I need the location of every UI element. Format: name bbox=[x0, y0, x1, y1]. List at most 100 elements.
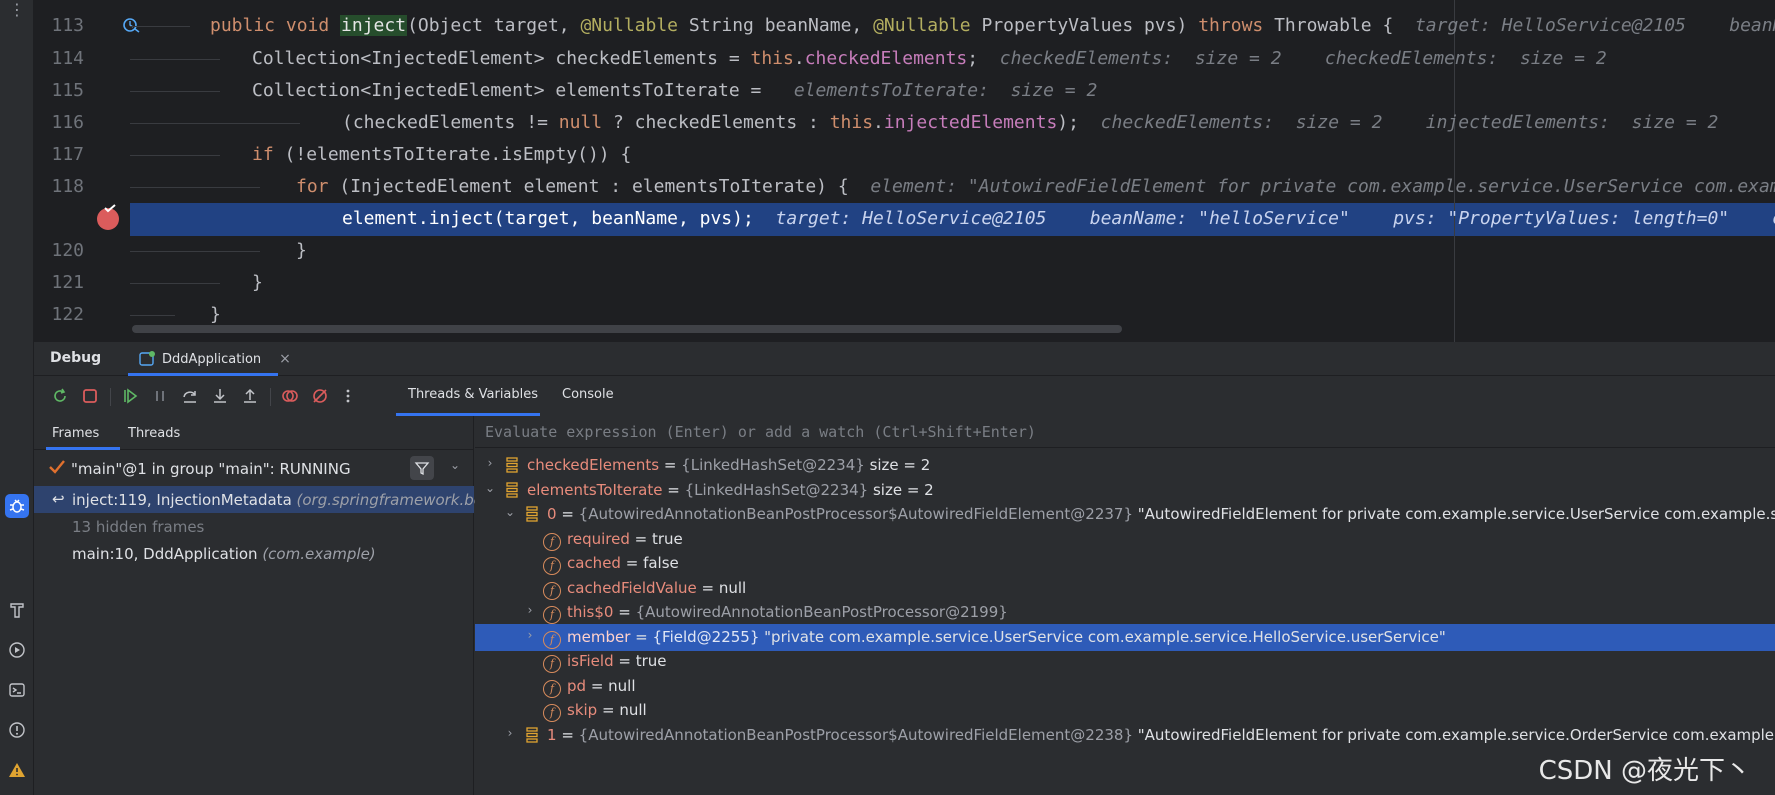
variable-value: null bbox=[718, 578, 747, 597]
variable-row[interactable]: f required = true bbox=[475, 526, 1775, 553]
chevron-down-icon[interactable]: ⌄ bbox=[483, 481, 497, 495]
line-number: 114 bbox=[51, 48, 84, 69]
variable-equals: = bbox=[620, 554, 644, 572]
inline-value-hint: checkedElements: size = 2 injectedElemen… bbox=[1078, 112, 1719, 133]
variable-type: {AutowiredAnnotationBeanPostProcessor$Au… bbox=[578, 725, 1133, 744]
variable-value: size = 2 bbox=[868, 480, 934, 499]
terminal-icon[interactable] bbox=[5, 678, 29, 702]
evaluate-expression-input[interactable] bbox=[475, 416, 1775, 448]
collection-icon bbox=[523, 726, 541, 744]
more-options-icon[interactable] bbox=[336, 384, 360, 408]
more-icon[interactable]: ⋮ bbox=[0, 0, 34, 20]
problems-icon[interactable] bbox=[5, 718, 29, 742]
rerun-icon[interactable] bbox=[48, 384, 72, 408]
step-into-icon[interactable] bbox=[208, 384, 232, 408]
thread-selector[interactable]: "main"@1 in group "main": RUNNING ⌄ bbox=[34, 450, 474, 486]
step-out-icon[interactable] bbox=[238, 384, 262, 408]
mute-breakpoints-icon[interactable] bbox=[308, 384, 332, 408]
tab-threads-variables[interactable]: Threads & Variables bbox=[408, 387, 538, 402]
variable-row[interactable]: f isField = true bbox=[475, 648, 1775, 675]
variable-equals: = bbox=[629, 529, 652, 548]
code-text: } bbox=[252, 272, 263, 293]
variable-row[interactable]: › checkedElements = {LinkedHashSet@2234} … bbox=[475, 452, 1775, 479]
field-icon: f bbox=[543, 628, 561, 649]
variable-name: pd bbox=[567, 676, 587, 695]
filter-icon[interactable] bbox=[410, 456, 434, 480]
variable-row[interactable]: ⌄ 0 = {AutowiredAnnotationBeanPostProcess… bbox=[475, 501, 1775, 528]
frame-package: (org.springframework.be bbox=[296, 491, 484, 509]
variable-equals: = bbox=[613, 603, 636, 621]
variable-name: cached bbox=[567, 554, 621, 572]
code-text: } bbox=[296, 240, 307, 261]
variable-row[interactable]: f cached = false bbox=[475, 550, 1775, 577]
inline-value-hint: target: HelloService@2105 beanN bbox=[1393, 15, 1775, 36]
run-services-icon[interactable] bbox=[5, 638, 29, 662]
stop-icon[interactable] bbox=[78, 384, 102, 408]
code-line-117: 117 if (!elementsToIterate.isEmpty()) { bbox=[34, 139, 1775, 171]
variable-row[interactable]: › 1 = {AutowiredAnnotationBeanPostProcess… bbox=[475, 722, 1775, 749]
stack-frame[interactable]: ↩ inject:119, InjectionMetadata (org.spr… bbox=[34, 486, 483, 513]
variable-equals: = bbox=[696, 578, 719, 597]
variable-value: "AutowiredFieldElement for private com.e… bbox=[1133, 725, 1775, 744]
debug-icon[interactable] bbox=[5, 494, 29, 518]
variable-row[interactable]: › f member = {Field@2255} "private com.exa… bbox=[475, 623, 1775, 651]
hidden-frames[interactable]: 13 hidden frames bbox=[34, 513, 474, 540]
pause-icon[interactable] bbox=[148, 384, 172, 408]
field-icon: f bbox=[543, 579, 561, 600]
stack-frame[interactable]: main:10, DddApplication (com.example) bbox=[34, 540, 474, 567]
variable-name: this$0 bbox=[567, 603, 614, 621]
code-line-121: 121 } bbox=[34, 267, 1775, 299]
inline-value-hint: checkedElements: size = 2 checkedElement… bbox=[978, 48, 1607, 69]
chevron-right-icon[interactable]: › bbox=[523, 603, 537, 617]
code-text: element.inject(target, beanName, pvs); t… bbox=[342, 203, 1775, 235]
variables-pane: ›checkedElements = {LinkedHashSet@2234} … bbox=[475, 416, 1775, 795]
line-number: 115 bbox=[51, 80, 84, 101]
variable-equals: = bbox=[586, 676, 609, 695]
frame-label: inject:119, InjectionMetadata bbox=[72, 491, 297, 509]
variable-value: false bbox=[643, 554, 679, 572]
close-icon[interactable]: × bbox=[279, 351, 291, 367]
inline-value-hint: target: HelloService@2105 beanName: "hel… bbox=[753, 208, 1775, 229]
tab-threads[interactable]: Threads bbox=[128, 426, 180, 441]
variable-value: "AutowiredFieldElement for private com.e… bbox=[1133, 505, 1775, 523]
step-over-icon[interactable] bbox=[178, 384, 202, 408]
variable-row[interactable]: › f this$0 = {AutowiredAnnotationBeanPostP… bbox=[475, 599, 1775, 626]
variable-row[interactable]: f skip = null bbox=[475, 697, 1775, 724]
code-text: Collection<InjectedElement> elementsToIt… bbox=[252, 80, 1098, 101]
variable-equals: = bbox=[613, 652, 636, 670]
code-text: (checkedElements != null ? checkedElemen… bbox=[342, 112, 1719, 133]
variable-name: elementsToIterate bbox=[527, 480, 663, 499]
build-icon[interactable] bbox=[5, 598, 29, 622]
variable-row[interactable]: f pd = null bbox=[475, 673, 1775, 700]
chevron-right-icon[interactable]: › bbox=[523, 628, 537, 642]
tab-console[interactable]: Console bbox=[562, 387, 614, 402]
variable-row[interactable]: f cachedFieldValue = null bbox=[475, 575, 1775, 602]
run-config-tab[interactable]: DddApplication × bbox=[128, 342, 301, 376]
chevron-down-icon[interactable]: ⌄ bbox=[503, 505, 517, 519]
chevron-right-icon[interactable]: › bbox=[503, 726, 517, 740]
chevron-right-icon[interactable]: › bbox=[483, 456, 497, 470]
inline-value-hint: element: "AutowiredFieldElement for priv… bbox=[848, 176, 1775, 197]
code-line-120: 120 } bbox=[34, 235, 1775, 267]
variable-equals: = bbox=[556, 505, 579, 523]
field-icon: f bbox=[543, 530, 561, 551]
collection-icon bbox=[503, 481, 521, 499]
variable-row[interactable]: ⌄ elementsToIterate = {LinkedHashSet@2234… bbox=[475, 477, 1775, 504]
tab-frames[interactable]: Frames bbox=[52, 426, 99, 441]
activity-bar: ⋮ bbox=[0, 0, 34, 795]
chevron-down-icon[interactable]: ⌄ bbox=[450, 458, 460, 472]
resume-icon[interactable] bbox=[118, 384, 142, 408]
field-icon: f bbox=[543, 554, 561, 575]
variable-equals: = bbox=[597, 701, 620, 719]
current-frame-icon: ↩ bbox=[52, 490, 65, 508]
horizontal-scrollbar[interactable] bbox=[132, 325, 1122, 333]
tool-window-header: Debug DddApplication × bbox=[34, 342, 1775, 376]
code-line-114: 114 Collection<InjectedElement> checkedE… bbox=[34, 43, 1775, 75]
variable-name: 1 bbox=[547, 725, 557, 744]
run-config-icon bbox=[139, 351, 155, 366]
variable-equals: = bbox=[556, 725, 579, 744]
code-editor[interactable]: 113 public void inject(Object target, @N… bbox=[34, 0, 1775, 342]
variable-value: true bbox=[651, 529, 683, 548]
warning-icon[interactable] bbox=[5, 758, 29, 782]
view-breakpoints-icon[interactable] bbox=[278, 384, 302, 408]
